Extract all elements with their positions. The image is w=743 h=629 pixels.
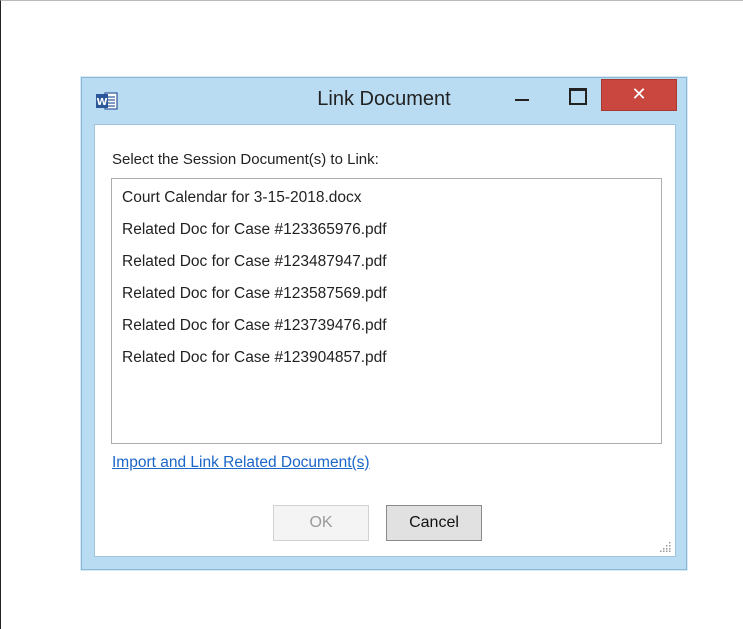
dialog-content: Select the Session Document(s) to Link: …	[94, 124, 676, 557]
link-document-dialog: W Link Document ✕ Select the Session Doc…	[81, 77, 687, 570]
title-bar[interactable]: W Link Document ✕	[82, 78, 686, 124]
close-icon: ✕	[631, 84, 647, 105]
minimize-button[interactable]	[510, 87, 536, 109]
list-item[interactable]: Court Calendar for 3-15-2018.docx	[122, 189, 362, 207]
window-title: Link Document	[317, 88, 451, 110]
list-item[interactable]: Related Doc for Case #123365976.pdf	[122, 221, 387, 239]
maximize-button[interactable]	[564, 85, 590, 107]
import-link[interactable]: Import and Link Related Document(s)	[112, 454, 370, 472]
ok-button[interactable]: OK	[273, 505, 369, 541]
resize-grip-icon[interactable]	[659, 540, 671, 552]
cancel-button[interactable]: Cancel	[386, 505, 482, 541]
instruction-label: Select the Session Document(s) to Link:	[112, 151, 379, 168]
list-item[interactable]: Related Doc for Case #123739476.pdf	[122, 317, 387, 335]
list-item[interactable]: Related Doc for Case #123904857.pdf	[122, 349, 387, 367]
list-item[interactable]: Related Doc for Case #123487947.pdf	[122, 253, 387, 271]
document-listbox[interactable]: Court Calendar for 3-15-2018.docx Relate…	[111, 178, 662, 444]
desktop-background: W Link Document ✕ Select the Session Doc…	[0, 0, 743, 629]
close-button[interactable]: ✕	[601, 79, 677, 111]
list-item[interactable]: Related Doc for Case #123587569.pdf	[122, 285, 387, 303]
